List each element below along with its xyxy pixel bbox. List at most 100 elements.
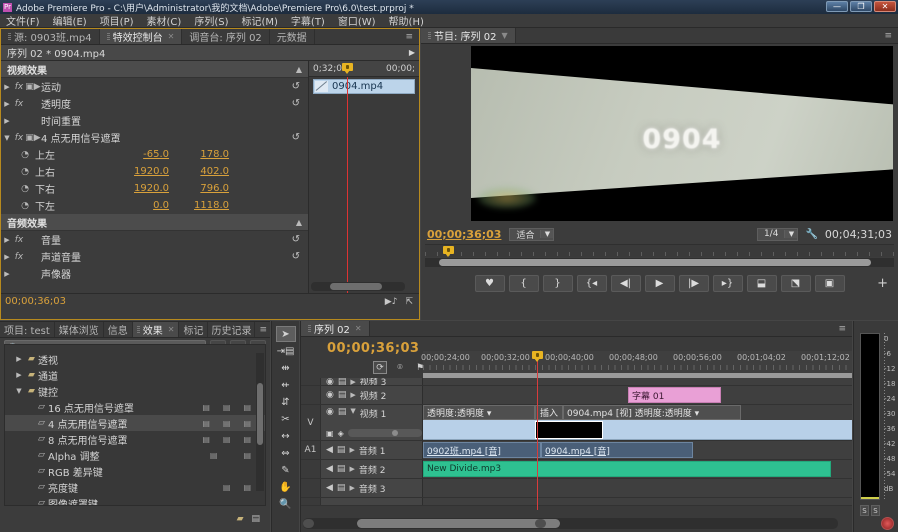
- stopwatch-icon[interactable]: ◔: [1, 150, 35, 160]
- tab-effects[interactable]: 效果 ✕: [133, 322, 180, 337]
- add-marker-button[interactable]: ♥: [475, 275, 505, 292]
- effect-row-volume[interactable]: ▶ fx 音量 ↺: [1, 231, 308, 248]
- program-zoom-scrollbar[interactable]: [425, 258, 894, 267]
- program-duration-timecode[interactable]: 00;04;31;03: [825, 228, 892, 241]
- property-row-bottom-right[interactable]: ◔ 下右 1920.0 796.0: [1, 180, 308, 197]
- keyframe-display-icon[interactable]: ▣: [326, 429, 334, 438]
- tab-metadata[interactable]: 元数据: [270, 29, 315, 44]
- fit-zoom-select[interactable]: 适合 ▼: [509, 228, 554, 241]
- effect-row-opacity[interactable]: ▶ fx 透明度 ↺: [1, 95, 308, 112]
- playback-quality-select[interactable]: 1/4 ▼: [757, 228, 798, 241]
- collapse-icon[interactable]: ▲: [296, 218, 302, 227]
- disclosure-triangle-icon[interactable]: ▶: [349, 465, 354, 473]
- track-header[interactable]: [321, 498, 423, 505]
- property-row-top-left[interactable]: ◔ 上左 -65.0 178.0: [1, 146, 308, 163]
- property-value-x[interactable]: -65.0: [121, 149, 169, 160]
- scroll-right-handle[interactable]: [535, 519, 546, 528]
- tab-media-browser[interactable]: 媒体浏览: [55, 322, 104, 337]
- lock-icon[interactable]: ▤: [338, 378, 347, 386]
- disclosure-triangle-icon[interactable]: ▼: [350, 407, 355, 415]
- panel-menu-icon[interactable]: ≡: [832, 321, 852, 336]
- timeline-clip-insert[interactable]: 插入: [535, 405, 563, 420]
- timeline-playhead-timecode[interactable]: 00;00;36;03: [327, 341, 419, 356]
- track-target-indicator[interactable]: [301, 460, 321, 478]
- tab-history[interactable]: 历史记录: [208, 322, 255, 337]
- menu-clip[interactable]: 素材(C): [147, 13, 182, 28]
- tab-info[interactable]: 信息: [104, 322, 133, 337]
- timeline-clip-new-divide[interactable]: New Divide.mp3: [423, 461, 831, 477]
- tree-effect-image-matte-key[interactable]: ▱ 图像遮罩键: [5, 495, 265, 506]
- disclosure-triangle-icon[interactable]: ▶: [1, 270, 13, 278]
- ripple-edit-tool[interactable]: ⇹: [276, 360, 296, 376]
- track-header[interactable]: ◀ ▤ ▶ 音频 1: [321, 441, 423, 459]
- eye-icon[interactable]: ◉: [326, 378, 334, 386]
- track-content-area[interactable]: 字幕 01: [423, 386, 852, 404]
- menu-project[interactable]: 项目(P): [100, 13, 134, 28]
- scroll-left-handle[interactable]: [303, 519, 314, 528]
- disclosure-triangle-icon[interactable]: ▼: [13, 387, 25, 395]
- snap-toggle-button[interactable]: ⟳: [373, 361, 387, 374]
- effect-controls-timeline[interactable]: 0;32;0 00;00; 0904.mp4: [309, 61, 419, 293]
- disclosure-triangle-icon[interactable]: ▼: [1, 134, 13, 142]
- button-editor-plus-icon[interactable]: +: [877, 276, 888, 291]
- tab-effect-controls[interactable]: 特效控制台 ✕: [100, 29, 183, 44]
- keyframe-icon[interactable]: ▣▶: [25, 82, 41, 92]
- menu-sequence[interactable]: 序列(S): [194, 13, 228, 28]
- speaker-icon[interactable]: ◀: [326, 464, 333, 474]
- effect-row-time-remapping[interactable]: ▶ 时间重置: [1, 112, 308, 129]
- disclosure-triangle-icon[interactable]: ▶: [13, 355, 25, 363]
- track-header[interactable]: ◉ ▤ ▶ 视频 3: [321, 378, 423, 385]
- keyframe-icon[interactable]: ▣▶: [25, 133, 41, 143]
- tree-folder-channel[interactable]: ▶ ▰ 通道: [5, 367, 265, 383]
- speaker-icon[interactable]: ◀: [326, 445, 333, 455]
- property-row-bottom-left[interactable]: ◔ 下左 0.0 1118.0: [1, 197, 308, 214]
- track-content-area[interactable]: [423, 498, 852, 505]
- record-button[interactable]: [881, 517, 894, 530]
- track-target-indicator[interactable]: [301, 498, 321, 505]
- property-value-x[interactable]: 1920.0: [121, 166, 169, 177]
- lock-icon[interactable]: ▤: [338, 407, 347, 417]
- disclosure-triangle-icon[interactable]: ▶: [349, 446, 354, 454]
- track-header[interactable]: ◉ ▤ ▼ 视频 1 ▣ ◈: [321, 405, 423, 440]
- disclosure-triangle-icon[interactable]: ▶: [1, 83, 13, 91]
- track-header[interactable]: ◉ ▤ ▶ 视频 2: [321, 386, 423, 404]
- footer-timecode[interactable]: 00;00;36;03: [5, 296, 66, 307]
- timeline-playhead[interactable]: [537, 351, 538, 510]
- pen-tool[interactable]: ✎: [276, 462, 296, 478]
- track-target-indicator[interactable]: [301, 378, 321, 385]
- track-audio-1[interactable]: A1 ◀ ▤ ▶ 音频 1 0902班.mp4 [音] 0904.mp4 [音]: [301, 441, 852, 460]
- disclosure-triangle-icon[interactable]: ▶: [1, 100, 13, 108]
- reset-icon[interactable]: ↺: [292, 234, 300, 245]
- timeline-clip-0904-audio[interactable]: 0904.mp4 [音]: [541, 442, 693, 458]
- close-button[interactable]: ✕: [874, 1, 896, 12]
- razor-tool[interactable]: ✂: [276, 411, 296, 427]
- disclosure-triangle-icon[interactable]: ▶: [350, 378, 355, 386]
- tab-source-monitor[interactable]: 源: 0903班.mp4: [1, 29, 100, 44]
- stopwatch-icon[interactable]: ◔: [1, 184, 35, 194]
- minimize-button[interactable]: —: [826, 1, 848, 12]
- chevron-down-icon[interactable]: ▼: [540, 230, 553, 238]
- disclosure-triangle-icon[interactable]: ▶: [1, 117, 13, 125]
- play-stop-button[interactable]: ▶: [645, 275, 675, 292]
- tree-effect-rgb-difference-key[interactable]: ▱ RGB 差异键: [5, 463, 265, 479]
- eye-icon[interactable]: ◉: [326, 390, 334, 400]
- linked-selection-button[interactable]: ⌾: [393, 361, 407, 374]
- collapse-icon[interactable]: ▲: [296, 65, 302, 74]
- effect-row-panner[interactable]: ▶ 声像器: [1, 265, 308, 282]
- selection-tool[interactable]: ➤: [276, 326, 296, 342]
- lock-icon[interactable]: ▤: [337, 445, 346, 455]
- track-audio-3[interactable]: ◀ ▤ ▶ 音频 3: [301, 479, 852, 498]
- menu-title[interactable]: 字幕(T): [291, 13, 325, 28]
- hand-tool[interactable]: ✋: [276, 479, 296, 495]
- solo-button-left[interactable]: S: [860, 505, 869, 516]
- timeline-clip-opacity-left[interactable]: 透明度:透明度 ▾: [423, 405, 535, 420]
- add-keyframe-icon[interactable]: ◈: [338, 429, 344, 438]
- property-value-y[interactable]: 1118.0: [169, 200, 229, 211]
- delete-icon[interactable]: ▤: [251, 514, 260, 524]
- slip-tool[interactable]: ↔: [276, 428, 296, 444]
- tree-effect-luma-key[interactable]: ▱ 亮度键 ▤ ▤: [5, 479, 265, 495]
- track-content-area[interactable]: 0902班.mp4 [音] 0904.mp4 [音]: [423, 441, 852, 459]
- track-video-3[interactable]: ◉ ▤ ▶ 视频 3: [301, 378, 852, 386]
- reset-icon[interactable]: ↺: [292, 251, 300, 262]
- property-value-y[interactable]: 178.0: [169, 149, 229, 160]
